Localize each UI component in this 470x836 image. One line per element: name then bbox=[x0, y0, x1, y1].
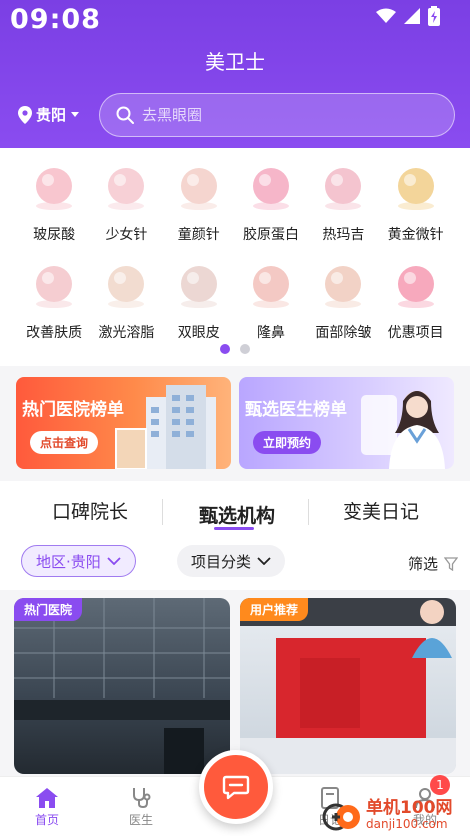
clinic-photo bbox=[240, 598, 456, 774]
category-item[interactable]: 玻尿酸 bbox=[18, 158, 90, 244]
category-grid: 玻尿酸 少女针 童颜针 胶原蛋白 热玛吉 黄金微针改善肤质 激光溶脂 双眼皮 隆鼻 面部除皱 优惠项… bbox=[18, 158, 452, 342]
notification-badge: 1 bbox=[430, 775, 450, 795]
tab-divider bbox=[308, 499, 309, 525]
status-time: 09:08 bbox=[10, 4, 101, 35]
active-tab-underline bbox=[214, 527, 254, 530]
caret-down-icon bbox=[71, 111, 80, 117]
collagen-icon bbox=[241, 158, 301, 218]
category-label: 热玛吉 bbox=[322, 227, 365, 243]
category-filter-chip[interactable]: 项目分类 bbox=[177, 545, 286, 577]
banner-title: 甄选医生榜单 bbox=[245, 400, 347, 420]
status-bar: 09:08 bbox=[0, 0, 470, 40]
signal-icon bbox=[404, 8, 420, 24]
category-label: 改善肤质 bbox=[26, 325, 83, 341]
chevron-down-icon bbox=[107, 557, 121, 565]
funnel-icon bbox=[444, 556, 458, 571]
filter-label: 筛选 bbox=[407, 555, 438, 573]
category-item[interactable]: 胶原蛋白 bbox=[235, 158, 307, 244]
filter-button[interactable]: 筛选 bbox=[408, 553, 458, 574]
user-recommend-tag: 用户推荐 bbox=[240, 598, 309, 621]
tab-beauty-diary[interactable]: 变美日记 bbox=[343, 497, 419, 524]
tab-divider bbox=[162, 499, 163, 525]
city-selector[interactable]: 贵阳 bbox=[18, 104, 80, 125]
hospital-photo bbox=[14, 598, 230, 774]
hot-hospital-banner[interactable]: 热门医院榜单 点击查询 bbox=[16, 377, 231, 469]
watermark-logo-icon bbox=[322, 803, 360, 830]
category-label: 玻尿酸 bbox=[33, 227, 76, 243]
content-tabs-panel: 口碑院长 甄选机构 变美日记 地区·贵阳 项目分类 筛选 bbox=[0, 481, 470, 590]
carousel-indicator bbox=[0, 344, 470, 354]
laser-lipo-icon bbox=[96, 256, 156, 316]
category-item[interactable]: 面部除皱 bbox=[307, 256, 379, 342]
tab-reputation-director[interactable]: 口碑院长 bbox=[52, 497, 128, 524]
category-item[interactable]: 少女针 bbox=[90, 158, 162, 244]
banner-appointment-button[interactable]: 立即预约 bbox=[253, 431, 322, 454]
tab-selected-institutions[interactable]: 甄选机构 bbox=[199, 501, 275, 528]
nav-home-label: 首页 bbox=[34, 813, 59, 827]
watermark: 单机100网 danji100.com bbox=[322, 793, 468, 836]
hot-hospital-tag: 热门医院 bbox=[14, 598, 83, 621]
hospital-building-illustration bbox=[115, 385, 216, 469]
category-label: 童颜针 bbox=[177, 227, 220, 243]
chevron-down-icon bbox=[257, 557, 271, 565]
carousel-dot[interactable] bbox=[240, 344, 250, 354]
watermark-line1: 单机100网 bbox=[366, 797, 453, 818]
wrinkle-removal-icon bbox=[313, 256, 373, 316]
banner-query-button[interactable]: 点击查询 bbox=[30, 431, 99, 454]
nav-doctor[interactable]: 医生 bbox=[111, 787, 171, 828]
area-filter-label: 地区·贵阳 bbox=[36, 552, 101, 571]
header: 09:08 美卫士 贵阳 bbox=[0, 0, 470, 148]
girl-injection-icon bbox=[96, 158, 156, 218]
category-label: 双眼皮 bbox=[177, 325, 220, 341]
chat-icon bbox=[222, 775, 250, 800]
category-item[interactable]: 热玛吉 bbox=[307, 158, 379, 244]
area-filter-chip[interactable]: 地区·贵阳 bbox=[21, 545, 136, 577]
search-input[interactable] bbox=[142, 106, 422, 124]
skin-improve-icon bbox=[24, 256, 84, 316]
wifi-icon bbox=[376, 8, 396, 23]
battery-charging-icon bbox=[428, 6, 440, 26]
hyaluronic-acid-icon bbox=[24, 158, 84, 218]
recommended-card[interactable]: 用户推荐 bbox=[240, 598, 456, 774]
nav-home[interactable]: 首页 bbox=[17, 787, 77, 828]
home-icon bbox=[36, 788, 58, 808]
search-icon bbox=[116, 106, 134, 124]
category-label: 优惠项目 bbox=[387, 325, 444, 341]
category-item[interactable]: 隆鼻 bbox=[235, 256, 307, 342]
app-title: 美卫士 bbox=[205, 50, 265, 74]
category-item[interactable]: 改善肤质 bbox=[18, 256, 90, 342]
category-item[interactable]: 双眼皮 bbox=[163, 256, 235, 342]
stethoscope-icon bbox=[133, 788, 151, 809]
gold-microneedle-icon bbox=[386, 158, 446, 218]
rhinoplasty-icon bbox=[241, 256, 301, 316]
category-label: 胶原蛋白 bbox=[243, 227, 300, 243]
location-pin-icon bbox=[18, 105, 32, 124]
category-item[interactable]: 黄金微针 bbox=[379, 158, 451, 244]
category-item[interactable]: 优惠项目 bbox=[379, 256, 451, 342]
status-icons bbox=[376, 6, 440, 26]
category-label: 隆鼻 bbox=[257, 325, 286, 341]
category-label: 激光溶脂 bbox=[98, 325, 155, 341]
doctor-list-banner[interactable]: 甄选医生榜单 立即预约 bbox=[239, 377, 454, 469]
search-bar[interactable] bbox=[99, 93, 455, 137]
hospital-card[interactable]: 热门医院 bbox=[14, 598, 230, 774]
nav-doctor-label: 医生 bbox=[128, 813, 153, 827]
category-label: 面部除皱 bbox=[315, 325, 372, 341]
city-label: 贵阳 bbox=[36, 106, 67, 124]
watermark-line2: danji100.com bbox=[366, 816, 448, 831]
chat-fab-button[interactable] bbox=[199, 750, 273, 824]
banner-title: 热门医院榜单 bbox=[22, 400, 124, 420]
category-label: 少女针 bbox=[105, 227, 148, 243]
category-panel: 玻尿酸 少女针 童颜针 胶原蛋白 热玛吉 黄金微针改善肤质 激光溶脂 双眼皮 隆鼻 面部除皱 优惠项… bbox=[0, 148, 470, 366]
category-filter-label: 项目分类 bbox=[191, 552, 252, 571]
category-item[interactable]: 激光溶脂 bbox=[90, 256, 162, 342]
category-item[interactable]: 童颜针 bbox=[163, 158, 235, 244]
youthful-face-icon bbox=[169, 158, 229, 218]
category-label: 黄金微针 bbox=[387, 227, 444, 243]
discount-heart-icon bbox=[386, 256, 446, 316]
thermage-icon bbox=[313, 158, 373, 218]
carousel-dot-active[interactable] bbox=[220, 344, 230, 354]
double-eyelid-icon bbox=[169, 256, 229, 316]
doctor-illustration bbox=[361, 391, 445, 469]
